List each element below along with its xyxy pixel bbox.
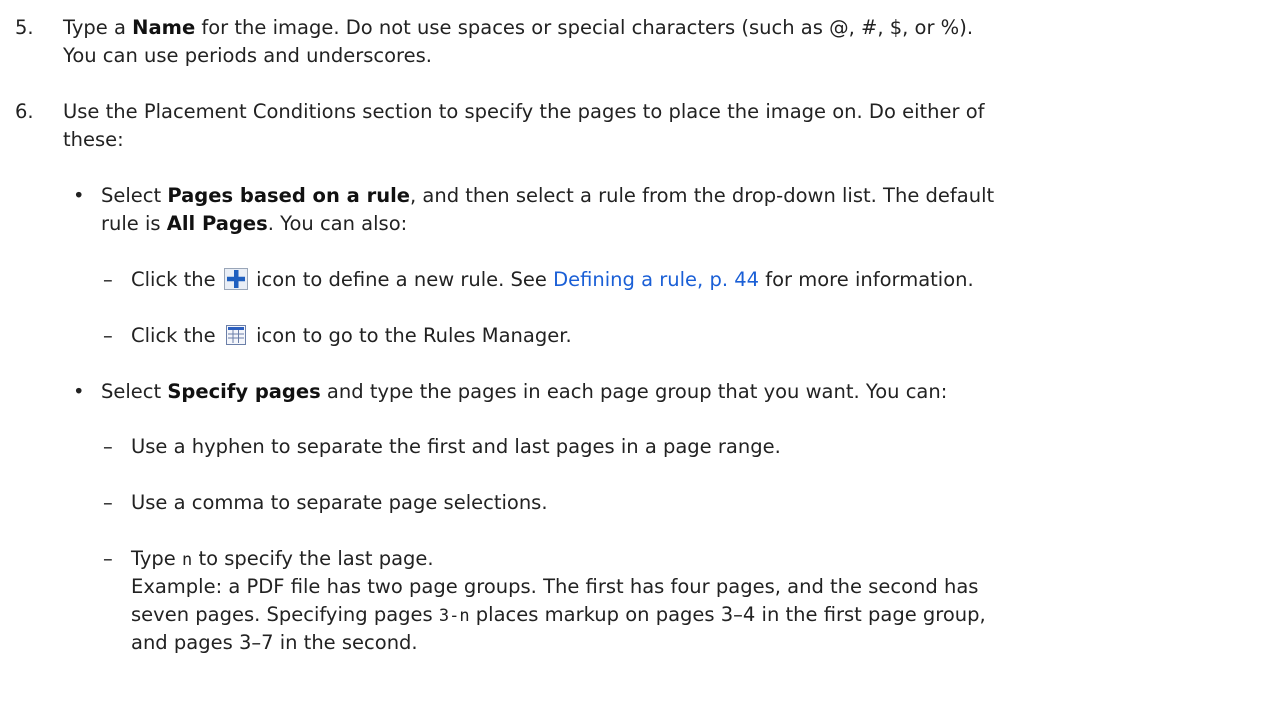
bullet-2-post: and type the pages in each page group th… — [320, 380, 948, 403]
bullet-1-line2-post: . You can also: — [267, 212, 408, 235]
bullet-2-bold: Specify pages — [167, 380, 321, 403]
bullet-1-line2-bold: All Pages — [166, 212, 268, 235]
sub-add-line: Click the icon to define a new rule. See… — [131, 266, 974, 294]
sub-rules-pre: Click the — [131, 324, 222, 347]
sub-comma-line: Use a comma to separate page selections. — [131, 491, 548, 514]
sub-n-code: n — [182, 550, 193, 570]
sub-add-dash: – — [103, 268, 113, 291]
bullet-2-marker: • — [73, 380, 85, 403]
bullet-2-pre: Select — [101, 380, 168, 403]
example-line2-pre: seven pages. Specifying pages — [131, 603, 439, 626]
step-5-line-1: Type a Name for the image. Do not use sp… — [63, 14, 973, 42]
bullet-1-post: , and then select a rule from the drop-d… — [410, 184, 995, 207]
example-line-2: seven pages. Specifying pages 3-n places… — [131, 601, 986, 630]
sub-add-mid: icon to define a new rule. See — [249, 268, 554, 291]
plus-icon — [223, 268, 248, 290]
defining-rule-link[interactable]: Defining a rule, p. 44 — [553, 268, 759, 291]
example-line-3: and pages 3–7 in the second. — [131, 631, 418, 654]
step-5-number: 5. — [15, 16, 34, 39]
document-page: 5. Type a Name for the image. Do not use… — [0, 0, 1276, 709]
bullet-1-bold: Pages based on a rule — [167, 184, 410, 207]
bullet-1-pre: Select — [101, 184, 168, 207]
sub-add-post: for more information. — [759, 268, 974, 291]
sub-add-pre: Click the — [131, 268, 222, 291]
step-5-pre: Type a — [63, 16, 133, 39]
sub-n-post: to specify the last page. — [192, 547, 434, 570]
sub-hyphen-dash: – — [103, 435, 113, 458]
sub-rules-line: Click the icon to go to the Rules Manage… — [131, 322, 572, 350]
bullet-1-line-2: rule is All Pages. You can also: — [101, 210, 407, 238]
grid-icon — [225, 325, 246, 345]
step-5-name-bold: Name — [132, 16, 196, 39]
step-6-number: 6. — [15, 100, 34, 123]
bullet-1-line-1: Select Pages based on a rule, and then s… — [101, 182, 994, 210]
sub-n-dash: – — [103, 547, 113, 570]
step-5-post: for the image. Do not use spaces or spec… — [195, 16, 974, 39]
example-line-1: Example: a PDF file has two page groups.… — [131, 575, 979, 598]
step-6-line-2: these: — [63, 128, 124, 151]
sub-rules-post: icon to go to the Rules Manager. — [249, 324, 572, 347]
bullet-2-line: Select Specify pages and type the pages … — [101, 378, 947, 406]
sub-comma-dash: – — [103, 491, 113, 514]
example-line2-post: places markup on pages 3–4 in the first … — [469, 603, 986, 626]
sub-n-pre: Type — [131, 547, 182, 570]
sub-n-line: Type n to specify the last page. — [131, 545, 434, 574]
example-code: 3-n — [438, 606, 470, 626]
sub-rules-dash: – — [103, 324, 113, 347]
bullet-1-marker: • — [73, 184, 85, 207]
bullet-1-line2-pre: rule is — [101, 212, 167, 235]
sub-hyphen-line: Use a hyphen to separate the first and l… — [131, 435, 781, 458]
step-6-line-1: Use the Placement Conditions section to … — [63, 100, 985, 123]
step-5-line-2: You can use periods and underscores. — [63, 44, 432, 67]
